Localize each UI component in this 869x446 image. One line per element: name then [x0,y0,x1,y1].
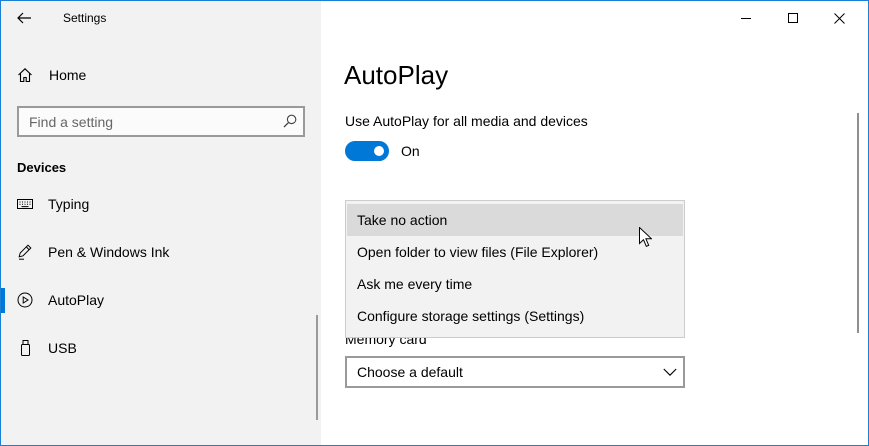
keyboard-icon [17,199,33,228]
sidebar-item-label: Home [49,67,87,83]
search-input[interactable] [29,112,279,131]
maximize-button[interactable] [770,2,816,34]
page-title: AutoPlay [344,60,449,90]
search-icon[interactable] [283,114,297,128]
dropdown-selected-value: Choose a default [357,364,463,380]
pen-icon [17,228,33,276]
sidebar-item-typing[interactable]: Typing [0,199,316,228]
sidebar-item-pen-windows-ink[interactable]: Pen & Windows Ink [0,228,316,276]
minimize-button[interactable] [723,2,769,34]
dropdown-option-take-no-action[interactable]: Take no action [347,204,683,236]
maximize-icon [788,13,798,23]
sidebar-item-label: AutoPlay [48,292,105,308]
section-title: Devices [17,160,67,175]
autoplay-icon [17,276,33,324]
mouse-cursor-icon [639,227,652,247]
sidebar-nav-list: Typing Pen & Windows Ink AutoPlay USB [0,199,316,446]
toggle-state-text: On [401,143,420,159]
toggle-knob [374,146,384,156]
autoplay-toggle-label: Use AutoPlay for all media and devices [345,113,588,129]
window-title: Settings [63,11,107,25]
close-icon [833,12,845,24]
selection-indicator [0,288,5,313]
close-button[interactable] [816,2,862,34]
autoplay-toggle[interactable] [345,141,389,161]
home-icon [18,68,32,83]
dropdown-popup: Take no action Open folder to view files… [345,200,685,338]
usb-icon [17,324,33,372]
back-button[interactable] [8,2,40,34]
sidebar-item-home[interactable]: Home [0,51,316,99]
dropdown-option-open-folder[interactable]: Open folder to view files (File Explorer… [347,236,683,268]
sidebar-item-label: Pen & Windows Ink [48,244,170,260]
search-box[interactable] [17,106,305,137]
back-arrow-icon [17,12,31,24]
dropdown-option-ask-every-time[interactable]: Ask me every time [347,268,683,300]
chevron-down-icon [663,368,677,376]
sidebar-item-usb[interactable]: USB [0,324,316,372]
sidebar-item-label: USB [48,340,77,356]
content-scrollbar[interactable] [857,113,859,333]
sidebar-item-label: Typing [48,199,90,212]
settings-window: Settings Home Devices Typing [0,0,869,446]
minimize-icon [741,17,751,19]
dropdown-option-configure-storage[interactable]: Configure storage settings (Settings) [347,300,683,332]
sidebar: Settings Home Devices Typing [0,0,321,446]
memory-card-dropdown[interactable]: Choose a default [345,356,685,388]
sidebar-scrollbar[interactable] [316,315,318,420]
sidebar-item-autoplay[interactable]: AutoPlay [0,276,316,324]
